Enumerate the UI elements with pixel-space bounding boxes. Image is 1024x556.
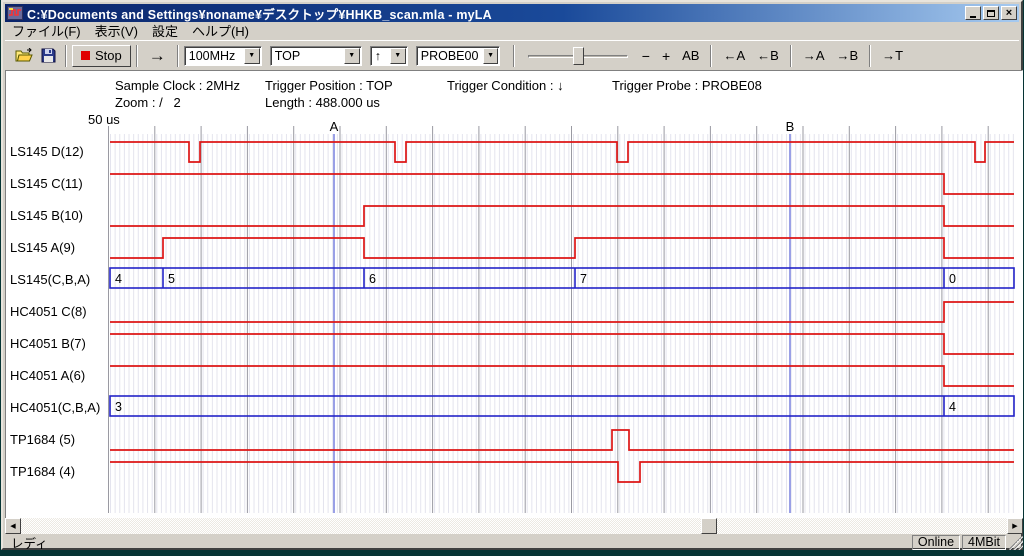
trigger-edge-value: ↑ xyxy=(371,49,389,63)
goto-marker-b-button[interactable]: →B xyxy=(830,45,864,67)
trigger-position-select[interactable]: TOP ▼ xyxy=(270,46,362,66)
save-button[interactable] xyxy=(37,45,60,67)
zoom-in-button[interactable]: + xyxy=(656,45,676,67)
minimize-icon xyxy=(970,16,976,18)
open-file-button[interactable] xyxy=(11,45,37,67)
zoom-slider[interactable] xyxy=(528,45,628,67)
app-icon xyxy=(7,6,23,20)
goto-marker-a-button[interactable]: →A xyxy=(797,45,831,67)
chevron-down-icon[interactable]: ▼ xyxy=(244,48,260,64)
toolbar: Stop → 100MHz ▼ TOP ▼ ↑ ▼ PROBE00 ▼ xyxy=(5,40,1019,70)
scroll-right-button[interactable]: ▶ xyxy=(1007,518,1023,534)
status-ready-text: レディ xyxy=(5,533,910,552)
slider-thumb[interactable] xyxy=(573,47,584,65)
zoom-out-button[interactable]: − xyxy=(636,45,656,67)
stop-label: Stop xyxy=(95,48,122,63)
stop-icon xyxy=(81,51,90,60)
set-marker-b-button[interactable]: ←B xyxy=(751,45,785,67)
toolbar-separator xyxy=(869,45,871,67)
goto-trigger-button[interactable]: →T xyxy=(876,45,909,67)
scrollbar-thumb[interactable] xyxy=(701,518,717,534)
chevron-down-icon[interactable]: ▼ xyxy=(483,48,497,64)
menu-item-3[interactable]: ヘルプ(H) xyxy=(185,23,256,40)
title-bar[interactable]: C:¥Documents and Settings¥noname¥デスクトップ¥… xyxy=(5,4,1019,22)
clock-rate-value: 100MHz xyxy=(185,49,243,63)
status-memory-badge: 4MBit xyxy=(962,535,1006,550)
chevron-down-icon[interactable]: ▼ xyxy=(390,48,406,64)
close-button[interactable]: × xyxy=(1001,6,1017,20)
menu-item-2[interactable]: 設定 xyxy=(145,23,185,40)
run-button[interactable]: → xyxy=(143,45,172,67)
clock-rate-select[interactable]: 100MHz ▼ xyxy=(184,46,262,66)
toolbar-separator xyxy=(136,45,138,67)
trigger-position-value: TOP xyxy=(271,49,343,63)
open-folder-icon xyxy=(15,48,33,63)
toolbar-separator xyxy=(790,45,792,67)
save-floppy-icon xyxy=(41,48,56,63)
menu-bar: ファイル(F)表示(V)設定ヘルプ(H) xyxy=(5,22,1019,40)
toolbar-separator xyxy=(513,45,515,67)
trigger-probe-select[interactable]: PROBE00 ▼ xyxy=(416,46,500,66)
status-bar: レディ Online 4MBit xyxy=(5,535,1023,550)
menu-item-1[interactable]: 表示(V) xyxy=(88,23,145,40)
set-marker-a-button[interactable]: ←A xyxy=(717,45,751,67)
maximize-button[interactable] xyxy=(983,6,999,20)
window-title: C:¥Documents and Settings¥noname¥デスクトップ¥… xyxy=(27,4,963,23)
trigger-probe-value: PROBE00 xyxy=(417,49,483,63)
stop-button[interactable]: Stop xyxy=(72,45,131,67)
menu-item-0[interactable]: ファイル(F) xyxy=(5,23,88,40)
toolbar-separator xyxy=(710,45,712,67)
status-online-badge: Online xyxy=(912,535,960,550)
ab-range-button[interactable]: AB xyxy=(676,45,705,67)
minimize-button[interactable] xyxy=(965,6,981,20)
resize-grip[interactable] xyxy=(1009,536,1023,550)
desktop: C:¥Documents and Settings¥noname¥デスクトップ¥… xyxy=(0,0,1024,556)
trigger-edge-select[interactable]: ↑ ▼ xyxy=(370,46,408,66)
maximize-icon xyxy=(987,10,995,17)
toolbar-separator xyxy=(177,45,179,67)
scroll-left-button[interactable]: ◀ xyxy=(5,518,21,534)
chevron-down-icon[interactable]: ▼ xyxy=(344,48,360,64)
waveform-client-area[interactable] xyxy=(5,70,1023,534)
toolbar-separator xyxy=(65,45,67,67)
app-window: C:¥Documents and Settings¥noname¥デスクトップ¥… xyxy=(1,0,1023,550)
horizontal-scrollbar[interactable]: ◀ ▶ xyxy=(5,518,1023,534)
